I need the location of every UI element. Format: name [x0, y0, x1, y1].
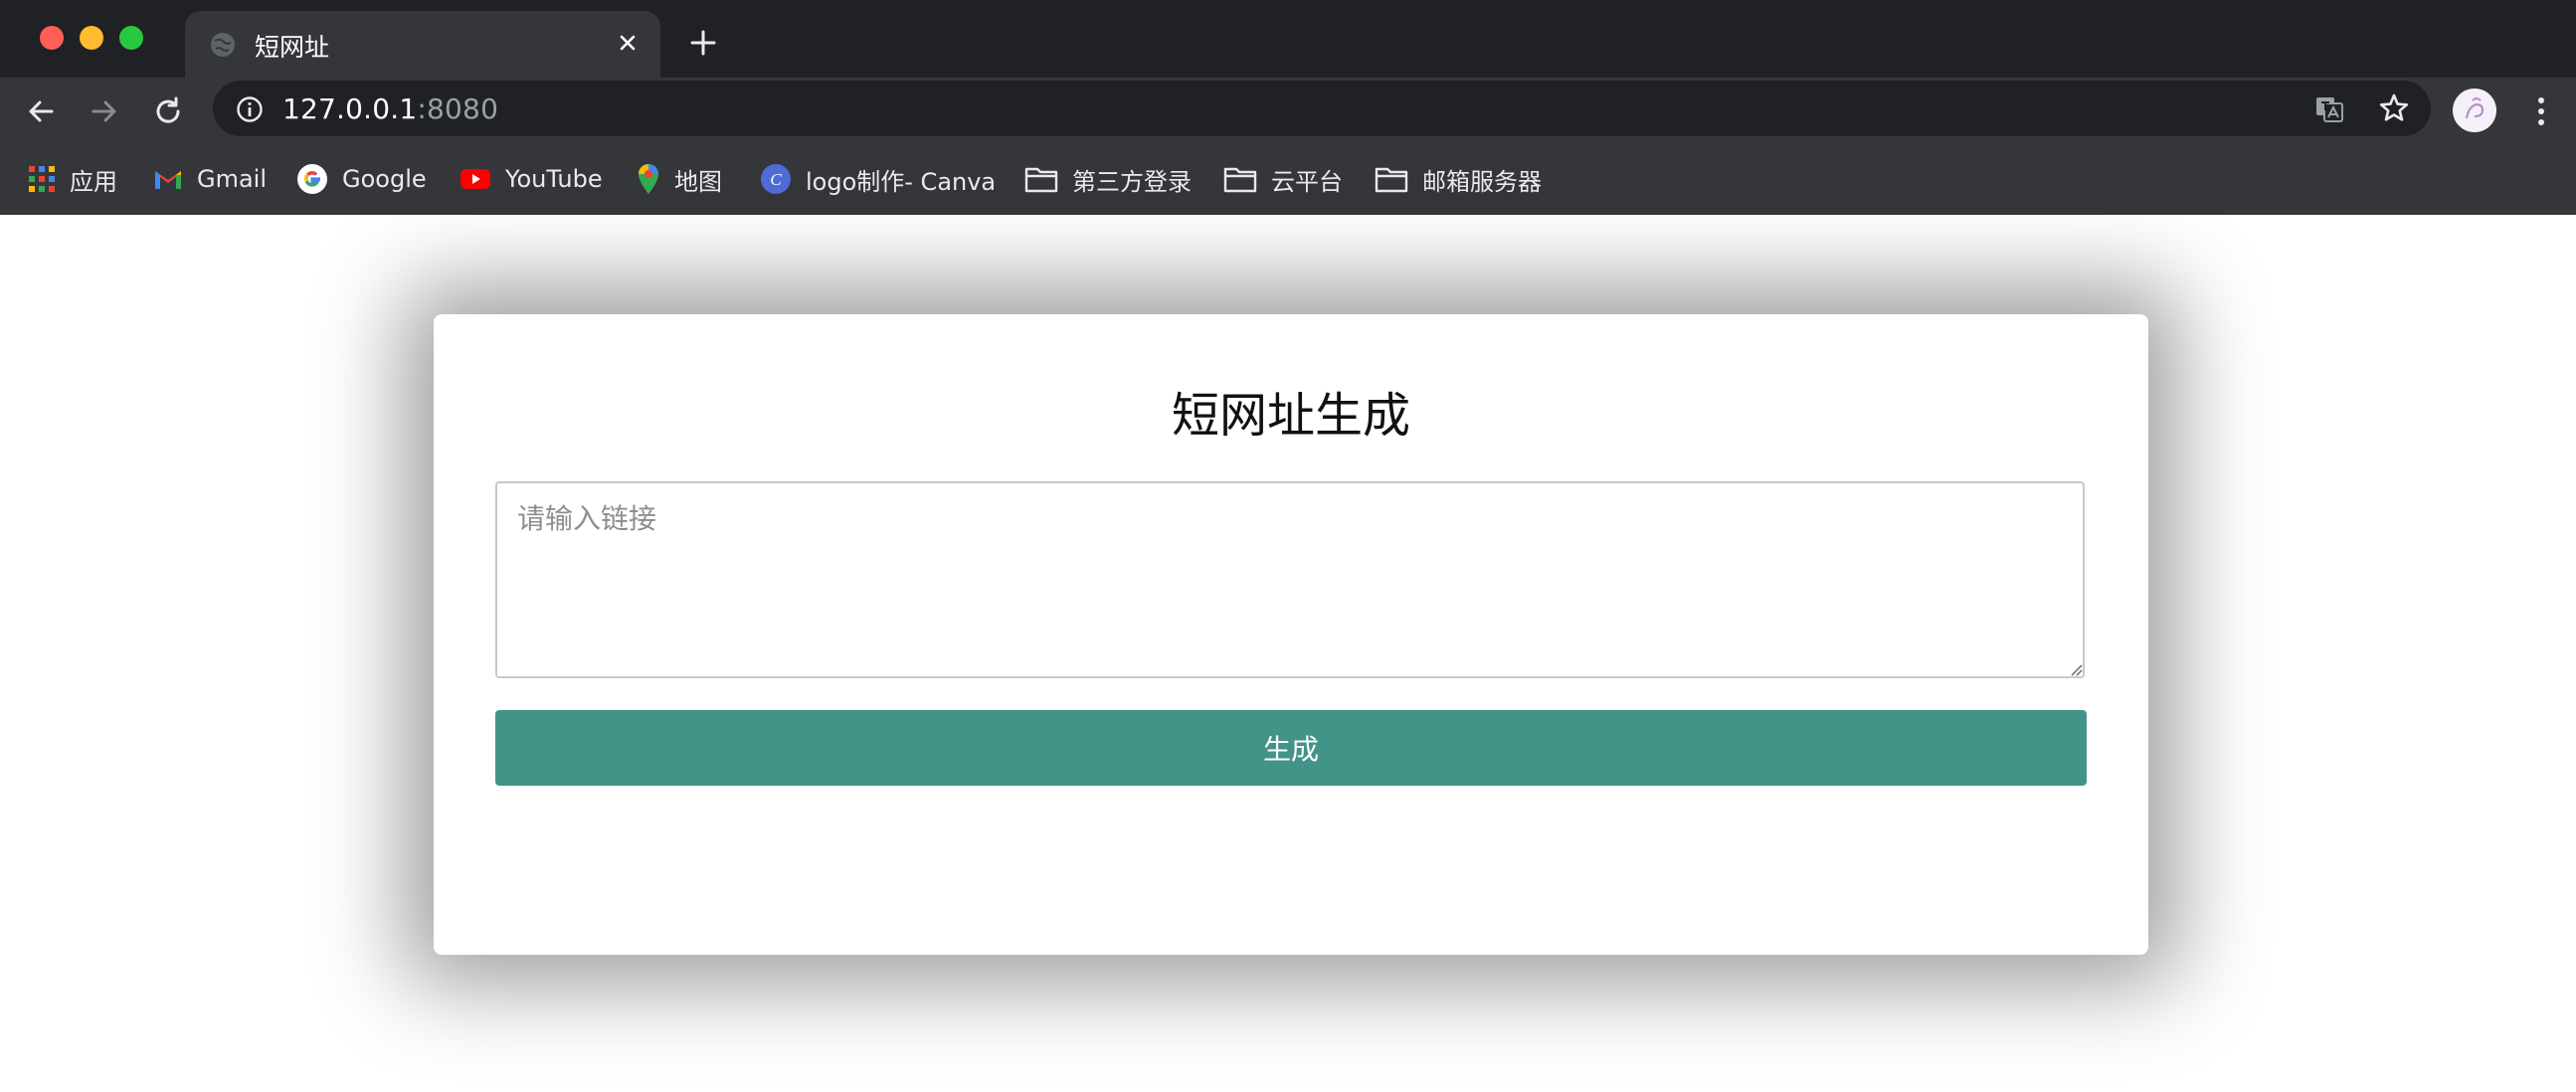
bookmark-apps[interactable]: 应用 [28, 161, 117, 197]
page-title: 短网址生成 [1171, 388, 1410, 444]
resize-grip-icon[interactable] [2069, 662, 2083, 676]
url-port: :8080 [417, 92, 499, 125]
maps-pin-icon [639, 164, 658, 194]
forward-arrow-icon[interactable] [88, 94, 121, 128]
url-host: 127.0.0.1 [282, 92, 418, 125]
bookmark-label: YouTube [505, 165, 603, 193]
link-input[interactable] [495, 481, 2085, 678]
bookmark-youtube[interactable]: YouTube [460, 161, 603, 197]
folder-icon [1223, 167, 1257, 193]
close-window-button[interactable] [40, 26, 64, 50]
google-icon [297, 164, 327, 194]
bookmark-google[interactable]: Google [296, 161, 427, 197]
close-tab-icon[interactable] [613, 28, 643, 58]
navigation-toolbar: 127.0.0.1:8080 [0, 78, 2576, 143]
tab-title: 短网址 [255, 33, 330, 62]
minimize-window-button[interactable] [80, 26, 103, 50]
bookmark-label: 云平台 [1271, 167, 1343, 196]
reload-icon[interactable] [151, 94, 185, 128]
bookmark-maps[interactable]: 地图 [637, 161, 722, 197]
bookmark-label: 应用 [70, 167, 117, 196]
globe-icon [211, 33, 235, 57]
browser-chrome: 短网址 127.0.0.1:8080 应用 Gmail Google YouTu… [0, 0, 2576, 215]
new-tab-icon[interactable] [688, 28, 718, 58]
bookmark-gmail[interactable]: Gmail [153, 161, 267, 197]
more-menu-icon[interactable] [2526, 92, 2556, 130]
folder-icon [1375, 167, 1408, 193]
bookmark-label: Gmail [197, 165, 268, 193]
gmail-icon [155, 171, 181, 189]
bookmark-label: 邮箱服务器 [1422, 167, 1542, 196]
bookmark-label: Google [342, 165, 427, 193]
browser-tab[interactable]: 短网址 [185, 11, 660, 78]
maximize-window-button[interactable] [119, 26, 143, 50]
bookmark-folder-mail-server[interactable]: 邮箱服务器 [1375, 161, 1542, 197]
bookmark-label: logo制作- Canva [806, 167, 997, 196]
svg-text:C: C [770, 170, 782, 189]
generate-button[interactable]: 生成 [495, 710, 2087, 786]
bookmark-canva[interactable]: C logo制作- Canva [760, 161, 996, 197]
title-bar: 短网址 [0, 0, 2576, 78]
apps-grid-icon [29, 166, 55, 192]
bookmark-star-icon[interactable] [2377, 91, 2411, 125]
address-bar[interactable]: 127.0.0.1:8080 [213, 81, 2431, 136]
folder-icon [1024, 167, 1058, 193]
bookmark-folder-third-party-login[interactable]: 第三方登录 [1024, 161, 1192, 197]
page-content: 短网址生成 生成 [0, 215, 2576, 1092]
bookmark-label: 地图 [674, 167, 722, 196]
profile-avatar[interactable] [2453, 89, 2496, 132]
bookmark-folder-cloud-platform[interactable]: 云平台 [1223, 161, 1343, 197]
url-text: 127.0.0.1:8080 [282, 92, 498, 125]
translate-icon[interactable] [2313, 93, 2345, 125]
bookmark-label: 第三方登录 [1072, 167, 1192, 196]
back-arrow-icon[interactable] [24, 94, 58, 128]
site-info-icon[interactable] [235, 94, 265, 124]
bookmarks-bar: 应用 Gmail Google YouTube 地图 C logo制作- Can… [0, 143, 2576, 215]
canva-icon: C [761, 164, 791, 194]
avatar-image [2453, 89, 2496, 132]
youtube-icon [460, 169, 490, 189]
short-url-card: 短网址生成 生成 [434, 314, 2148, 955]
